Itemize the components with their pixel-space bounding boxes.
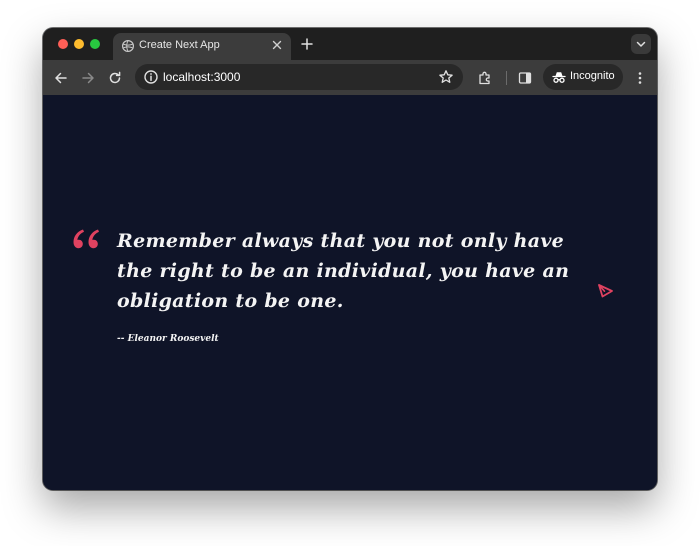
quotation-mark-icon [73,229,99,249]
tab-title: Create Next App [139,39,220,51]
reload-icon[interactable] [107,70,123,86]
tab-create-next-app[interactable]: Create Next App [113,33,291,60]
close-tab-icon[interactable] [270,38,284,52]
send-arrow-icon[interactable] [596,282,614,300]
address-bar-url[interactable]: localhost:3000 [163,70,240,84]
back-arrow-icon[interactable] [53,70,69,86]
browser-toolbar: localhost:3000 Incognito [43,60,657,95]
globe-icon [121,39,135,53]
incognito-label: Incognito [570,70,615,82]
menu-kebab-icon[interactable] [632,70,648,86]
toolbar-divider [506,71,507,85]
side-panel-icon[interactable] [517,70,533,86]
bookmark-star-icon[interactable] [438,69,454,85]
maximize-window-button[interactable] [90,39,100,49]
quote-text: Remember always that you not only have t… [117,230,570,312]
page-viewport: Remember always that you not only have t… [43,95,657,490]
new-tab-icon[interactable] [299,36,315,52]
minimize-window-button[interactable] [74,39,84,49]
browser-window: Create Next App localhost:3000 Incognito… [43,28,657,490]
incognito-button[interactable]: Incognito [543,64,623,90]
site-info-icon[interactable] [143,69,159,85]
close-window-button[interactable] [58,39,68,49]
tab-bar: Create Next App [43,28,657,60]
chevron-down-icon [636,41,646,47]
tab-search-button[interactable] [631,34,651,54]
extensions-puzzle-icon[interactable] [477,70,493,86]
forward-arrow-icon[interactable] [80,70,96,86]
address-bar[interactable]: localhost:3000 [135,64,463,90]
incognito-icon [552,72,566,83]
quote-author: -- Eleanor Roosevelt [117,334,219,344]
